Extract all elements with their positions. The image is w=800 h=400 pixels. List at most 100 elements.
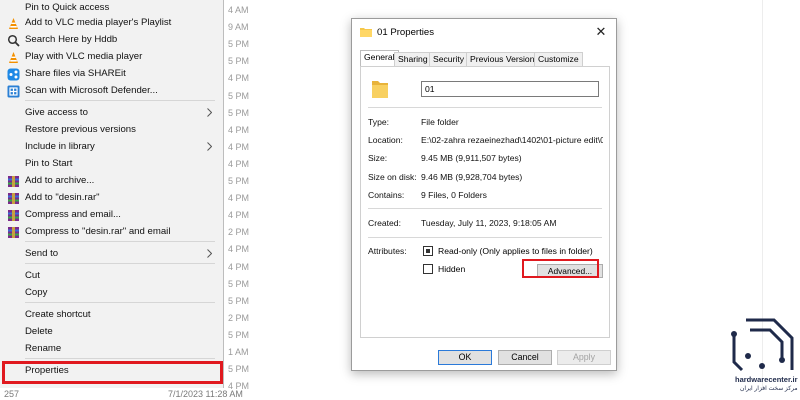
menu-item-include-in-library[interactable]: Include in library <box>0 139 222 156</box>
file-time-cell: 5 PM <box>228 56 250 67</box>
menu-item-add-to-archive[interactable]: Add to archive... <box>0 173 222 190</box>
contains-value: 9 Files, 0 Folders <box>421 190 487 200</box>
menu-separator <box>25 302 215 303</box>
advanced-highlight-box <box>522 259 599 278</box>
dialog-title: 01 Properties <box>377 27 435 38</box>
menu-item-label: Delete <box>25 326 53 337</box>
folder-icon <box>360 28 372 37</box>
file-time-cell: 4 PM <box>228 73 250 84</box>
file-time-cell: 4 PM <box>228 193 250 204</box>
defender-icon <box>7 85 20 98</box>
folder-name-input[interactable]: 01 <box>421 81 599 97</box>
context-menu: Pin to Quick access Add to VLC media play… <box>0 0 224 388</box>
location-label: Location: <box>368 135 403 145</box>
size-value: 9.45 MB (9,911,507 bytes) <box>421 153 522 163</box>
file-time-cell: 5 PM <box>228 329 250 340</box>
winrar-icon <box>7 175 20 188</box>
vlc-icon <box>7 17 20 30</box>
apply-button[interactable]: Apply <box>557 350 611 365</box>
menu-item-restore-previous-versions[interactable]: Restore previous versions <box>0 122 222 139</box>
menu-item-label: Rename <box>25 343 62 354</box>
contains-label: Contains: <box>368 190 405 200</box>
tab-sharing[interactable]: Sharing <box>394 52 432 66</box>
menu-item-give-access-to[interactable]: Give access to <box>0 105 222 122</box>
size-on-disk-label: Size on disk: <box>368 172 417 182</box>
chevron-right-icon <box>207 108 213 117</box>
menu-item-pin-to-start[interactable]: Pin to Start <box>0 156 222 173</box>
cancel-button[interactable]: Cancel <box>498 350 552 365</box>
chevron-right-icon <box>207 142 213 151</box>
file-time-cell: 5 PM <box>228 39 250 50</box>
menu-item-label: Share files via SHAREit <box>25 68 126 79</box>
menu-separator <box>25 241 215 242</box>
watermark-name: hardwarecenter.ir <box>735 375 798 384</box>
menu-separator <box>25 263 215 264</box>
search-icon <box>7 34 20 47</box>
file-list-time-column: 4 AM 9 AM 5 PM 5 PM 4 PM 5 PM 5 PM 4 PM 4 PM 4 PM… <box>222 0 262 400</box>
dialog-titlebar[interactable]: 01 Properties ✕ <box>352 19 616 46</box>
hidden-checkbox[interactable] <box>423 264 433 274</box>
menu-item-search-here-by-hddb[interactable]: Search Here by Hddb <box>0 32 222 49</box>
menu-item-label: Cut <box>25 270 40 281</box>
menu-item-rename[interactable]: Rename <box>0 341 222 358</box>
menu-item-play-with-vlc-media-player[interactable]: Play with VLC media player <box>0 49 222 66</box>
size-label: Size: <box>368 153 388 163</box>
file-time-cell: 5 PM <box>228 90 250 101</box>
menu-item-label: Search Here by Hddb <box>25 34 118 45</box>
file-time-cell: 4 PM <box>228 261 250 272</box>
menu-item-label: Compress to "desin.rar" and email <box>25 226 171 237</box>
vlc-icon <box>7 51 20 64</box>
file-time-cell: 5 PM <box>228 364 250 375</box>
menu-item-label: Compress and email... <box>25 209 121 220</box>
close-icon[interactable]: ✕ <box>592 23 610 41</box>
winrar-icon <box>7 209 20 222</box>
tab-customize[interactable]: Customize <box>534 52 583 66</box>
menu-item-add-to-desin-rar[interactable]: Add to "desin.rar" <box>0 190 222 207</box>
chevron-right-icon <box>207 249 213 258</box>
file-time-cell: 2 PM <box>228 312 250 323</box>
readonly-label: Read-only (Only applies to files in fold… <box>438 246 593 256</box>
type-label: Type: <box>368 117 390 127</box>
divider <box>368 237 602 238</box>
file-time-cell: 4 PM <box>228 141 250 152</box>
menu-item-compress-and-email[interactable]: Compress and email... <box>0 207 222 224</box>
menu-item-compress-to-desin-rar-and-email[interactable]: Compress to "desin.rar" and email <box>0 224 222 241</box>
winrar-icon <box>7 192 20 205</box>
menu-item-delete[interactable]: Delete <box>0 324 222 341</box>
file-time-cell: 9 AM <box>228 22 249 33</box>
menu-item-cut[interactable]: Cut <box>0 268 222 285</box>
file-time-cell: 2 PM <box>228 227 250 238</box>
file-time-cell: 5 PM <box>228 295 250 306</box>
file-date-cell: 7/1/2023 11:28 AM <box>168 389 243 399</box>
menu-item-label: Send to <box>25 248 59 259</box>
ok-button[interactable]: OK <box>438 350 492 365</box>
folder-large-icon <box>372 81 388 98</box>
menu-item-send-to[interactable]: Send to <box>0 246 222 263</box>
menu-item-create-shortcut[interactable]: Create shortcut <box>0 307 222 324</box>
menu-separator <box>25 100 215 101</box>
created-label: Created: <box>368 218 401 228</box>
tab-security[interactable]: Security <box>429 52 469 66</box>
location-value: E:\02-zahra rezaeinezhad\1402\01-picture… <box>421 135 603 145</box>
file-time-cell: 4 PM <box>228 124 250 135</box>
file-list-bottom-row[interactable]: 257 7/1/2023 11:28 AM <box>0 388 800 400</box>
menu-item-label: Pin to Start <box>25 158 73 169</box>
readonly-checkbox[interactable] <box>423 246 433 256</box>
tab-general[interactable]: General <box>360 50 399 67</box>
menu-item-add-to-vlc-media-player-s-playlist[interactable]: Add to VLC media player's Playlist <box>0 15 222 32</box>
divider <box>368 107 602 108</box>
tab-previous-versions[interactable]: Previous Versions <box>466 52 543 66</box>
menu-item-share-files-via-shareit[interactable]: Share files via SHAREit <box>0 66 222 83</box>
menu-separator <box>25 358 215 359</box>
menu-item-label: Pin to Quick access <box>25 2 110 13</box>
menu-item-label: Add to archive... <box>25 175 95 186</box>
menu-item-scan-with-microsoft-defender[interactable]: Scan with Microsoft Defender... <box>0 83 222 100</box>
hidden-label: Hidden <box>438 264 466 274</box>
properties-highlight-box <box>2 361 223 384</box>
file-time-cell: 4 PM <box>228 158 250 169</box>
menu-item-copy[interactable]: Copy <box>0 285 222 302</box>
type-value: File folder <box>421 117 459 127</box>
shareit-icon <box>7 68 20 81</box>
general-tab-panel: 01 Type: File folder Location: E:\02-zah… <box>360 66 610 338</box>
attributes-label: Attributes: <box>368 246 407 256</box>
